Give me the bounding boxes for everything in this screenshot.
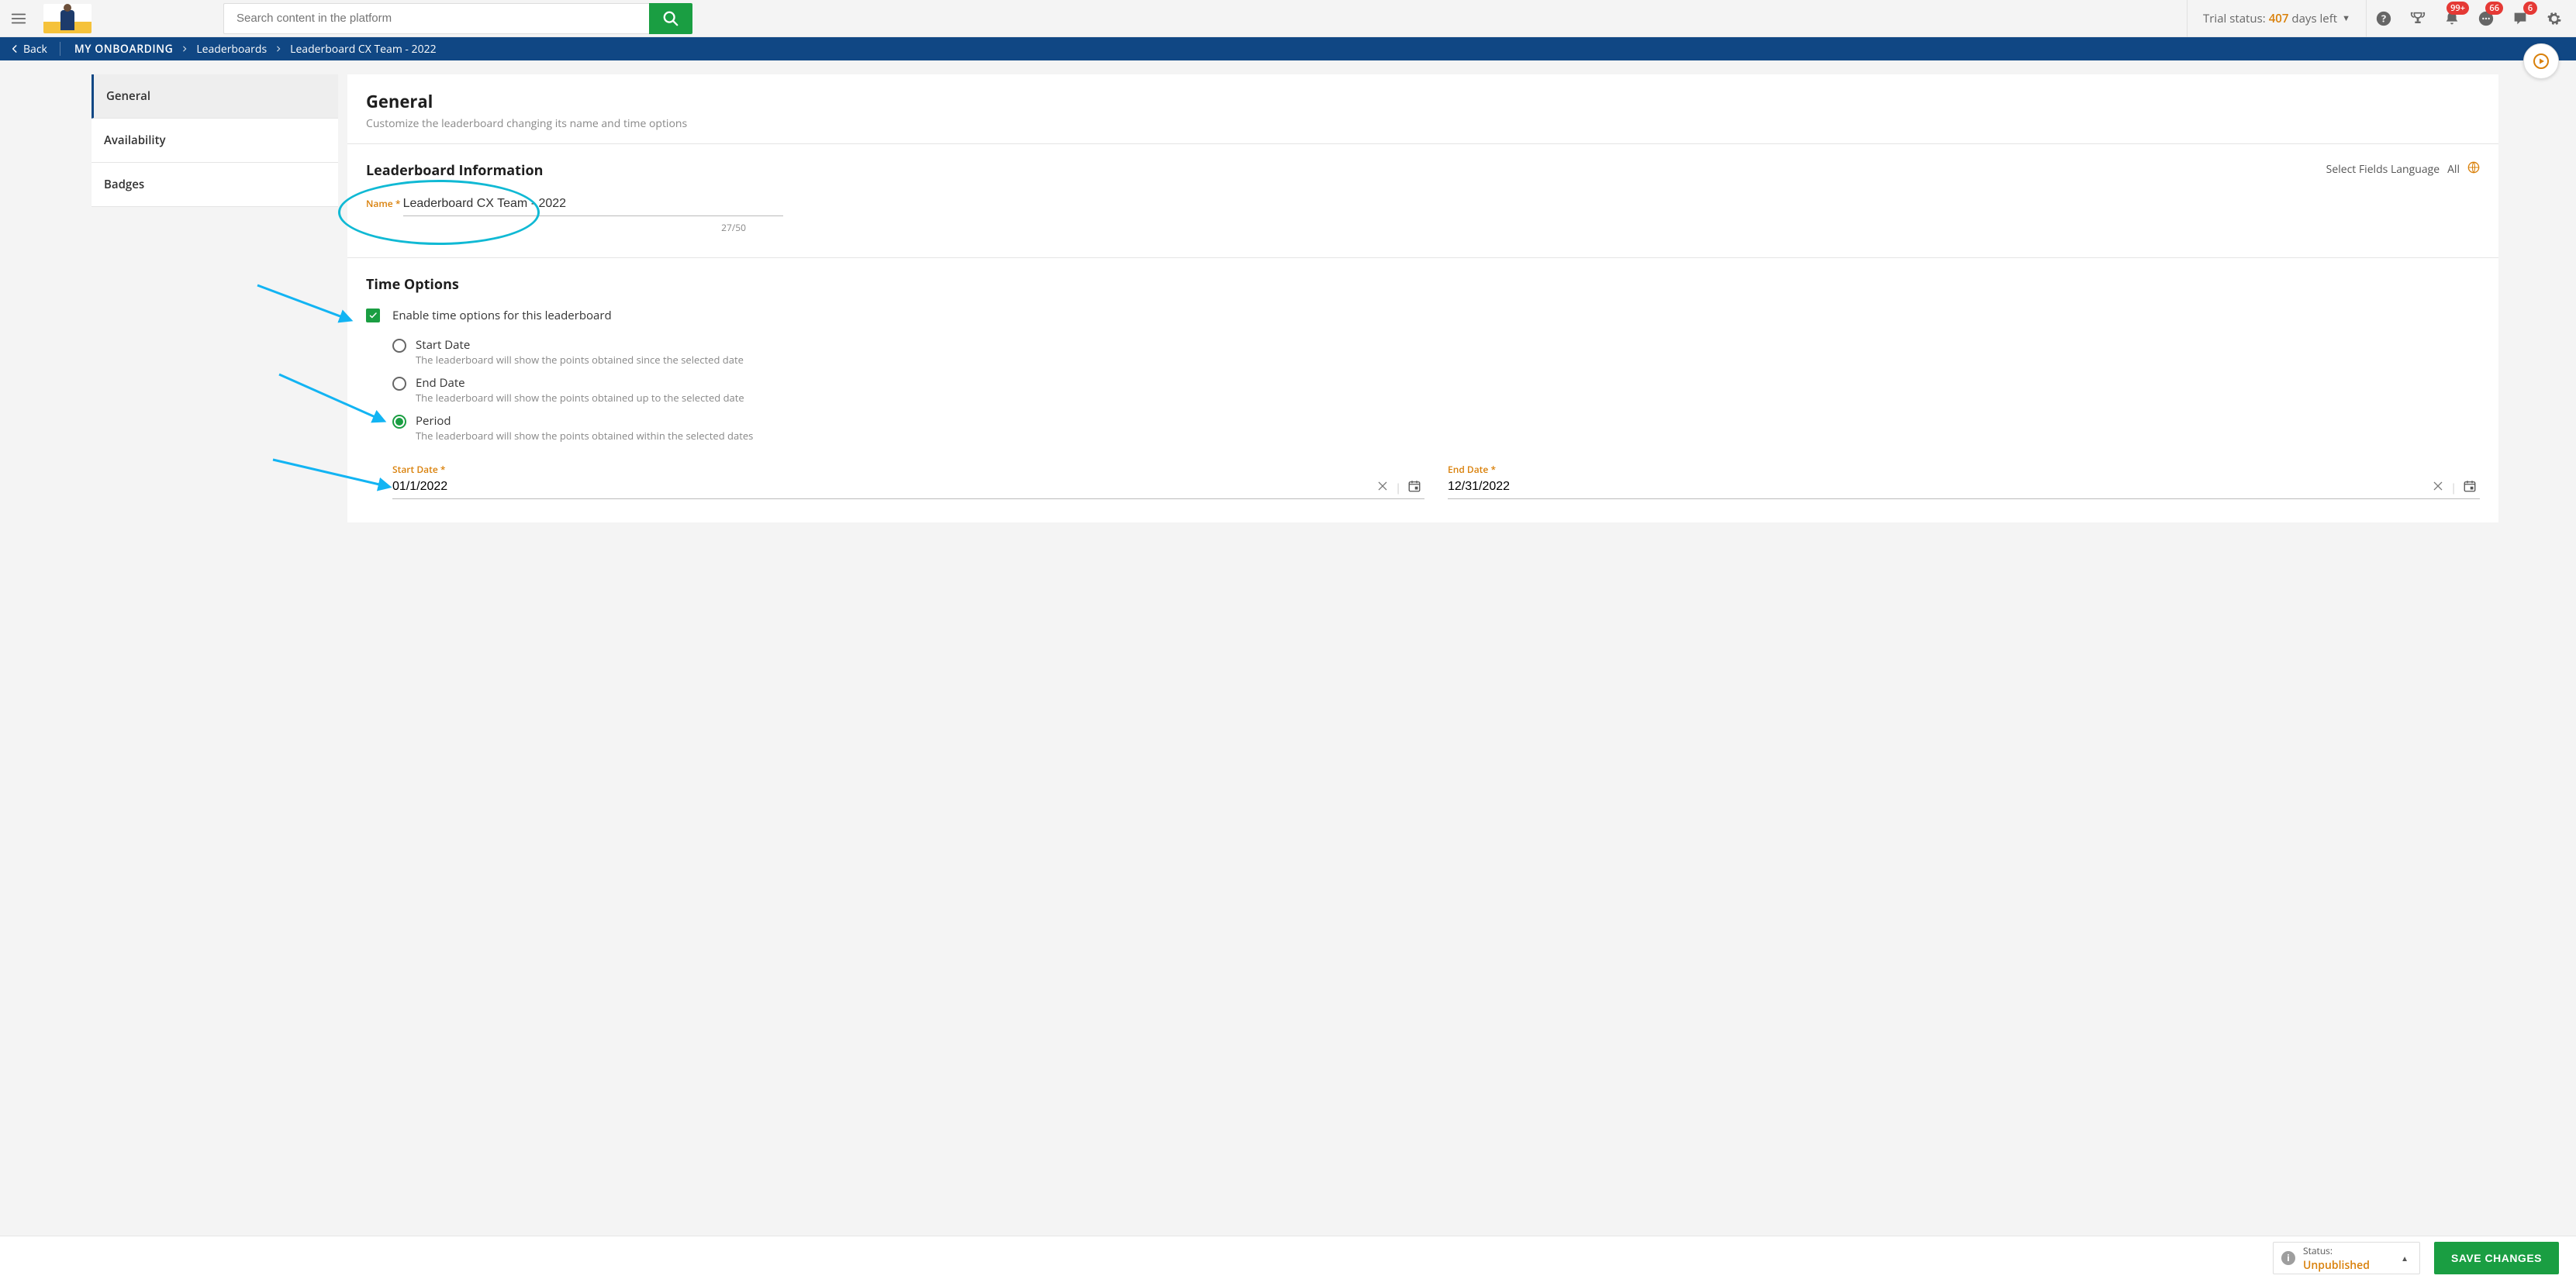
trial-prefix: Trial status: [2203,11,2266,26]
radio-start-date[interactable]: Start Date The leaderboard will show the… [392,337,2480,367]
settings-button[interactable] [2537,0,2571,37]
radio-label: End Date [416,375,465,391]
check-icon [368,311,378,320]
section-leaderboard-info: Select Fields Language All Leaderboard I… [347,144,2498,258]
svg-text:?: ? [2381,11,2386,25]
settings-panel: General Customize the leaderboard changi… [347,74,2498,522]
side-nav-label: Availability [104,133,166,148]
breadcrumb-current: Leaderboard CX Team - 2022 [290,42,436,57]
status-dropdown[interactable]: i Status: Unpublished ▲ [2273,1242,2420,1274]
side-nav-label: Badges [104,177,144,192]
calendar-button[interactable] [2460,479,2480,497]
radio-hint: The leaderboard will show the points obt… [416,391,744,405]
side-nav-label: General [106,88,150,104]
side-nav: General Availability Badges [92,74,338,207]
notifications-button[interactable]: 99+ [2435,0,2469,37]
info-icon: i [2281,1251,2295,1265]
breadcrumb-sep [181,42,188,57]
menu-button[interactable] [3,3,34,34]
notifications-badge: 99+ [2447,2,2469,15]
calendar-icon [2463,479,2477,493]
search-container [223,3,692,34]
comments-button[interactable]: 6 [2503,0,2537,37]
breadcrumb-leaderboards[interactable]: Leaderboards [196,42,267,57]
fields-language-select[interactable]: Select Fields Language All [2326,161,2480,178]
enable-label: Enable time options for this leaderboard [392,308,612,323]
side-nav-item-availability[interactable]: Availability [92,119,338,163]
comments-badge: 6 [2523,2,2537,15]
radio-period[interactable]: Period The leaderboard will show the poi… [392,413,2480,443]
help-button[interactable]: ? [2367,0,2401,37]
radio-label: Period [416,413,451,429]
close-icon [1376,480,1389,492]
save-button[interactable]: SAVE CHANGES [2434,1242,2559,1274]
section-title: Leaderboard Information [366,161,2480,180]
close-icon [2432,480,2444,492]
radio-label: Start Date [416,337,470,353]
gear-icon [2546,10,2563,27]
name-input[interactable] [403,194,783,216]
back-label: Back [23,42,47,57]
chat-badge: 66 [2485,2,2503,15]
caret-down-icon: ▼ [2342,12,2350,24]
panel-title: General [366,90,2480,113]
side-nav-item-general[interactable]: General [92,74,338,119]
section-time-options: Time Options Enable time options for thi… [347,258,2498,522]
caret-up-icon: ▲ [2401,1253,2409,1263]
clear-button[interactable] [2429,480,2447,496]
start-date-field: Start Date * | [392,462,1424,499]
chevron-left-icon [9,43,20,54]
search-icon [662,10,679,27]
side-nav-item-badges[interactable]: Badges [92,163,338,207]
divider: | [1392,481,1404,495]
radio-icon[interactable] [392,415,406,429]
search-button[interactable] [649,3,692,34]
radio-icon[interactable] [392,377,406,391]
search-input[interactable] [223,3,649,34]
footer-bar: i Status: Unpublished ▲ SAVE CHANGES [0,1236,2576,1279]
radio-hint: The leaderboard will show the points obt… [416,353,744,367]
divider: | [2447,481,2460,495]
end-date-label: End Date [1448,463,1488,476]
trial-status[interactable]: Trial status: 407 days left ▼ [2187,0,2367,37]
end-date-field: End Date * | [1448,462,2480,499]
lang-label: Select Fields Language [2326,162,2440,177]
breadcrumb-sep [275,42,282,57]
section-title: Time Options [366,275,2480,294]
globe-icon [2467,161,2480,178]
enable-checkbox[interactable] [366,309,380,322]
chat-button[interactable]: 66 [2469,0,2503,37]
end-date-input[interactable] [1448,477,2429,498]
radio-icon[interactable] [392,339,406,353]
name-counter: 27/50 [366,221,746,234]
breadcrumb-root[interactable]: MY ONBOARDING [74,42,173,57]
enable-time-row[interactable]: Enable time options for this leaderboard [366,308,2480,323]
calendar-icon [1407,479,1421,493]
start-date-label: Start Date [392,463,438,476]
top-bar: Trial status: 407 days left ▼ ? 99+ 66 [0,0,2576,37]
trophy-button[interactable] [2401,0,2435,37]
breadcrumb-bar: Back MY ONBOARDING Leaderboards Leaderbo… [0,37,2576,60]
calendar-button[interactable] [1404,479,1424,497]
menu-icon [10,10,27,27]
status-label: Status: [2303,1244,2333,1257]
status-value: Unpublished [2303,1258,2370,1273]
back-button[interactable]: Back [9,42,60,56]
trial-days: 407 [2269,11,2289,26]
lang-value: All [2447,162,2460,177]
name-label: Name * [366,197,403,210]
start-date-input[interactable] [392,477,1373,498]
trial-suffix: days left [2291,11,2337,26]
main-content: General Availability Badges General Cust… [0,60,2576,584]
clear-button[interactable] [1373,480,1392,496]
panel-subtitle: Customize the leaderboard changing its n… [366,116,2480,131]
radio-end-date[interactable]: End Date The leaderboard will show the p… [392,375,2480,405]
name-field: Name * 27/50 [366,194,2480,234]
trophy-icon [2409,10,2426,27]
radio-hint: The leaderboard will show the points obt… [416,429,753,443]
help-icon: ? [2375,10,2392,27]
panel-header: General Customize the leaderboard changi… [347,74,2498,144]
app-logo[interactable] [43,4,92,33]
